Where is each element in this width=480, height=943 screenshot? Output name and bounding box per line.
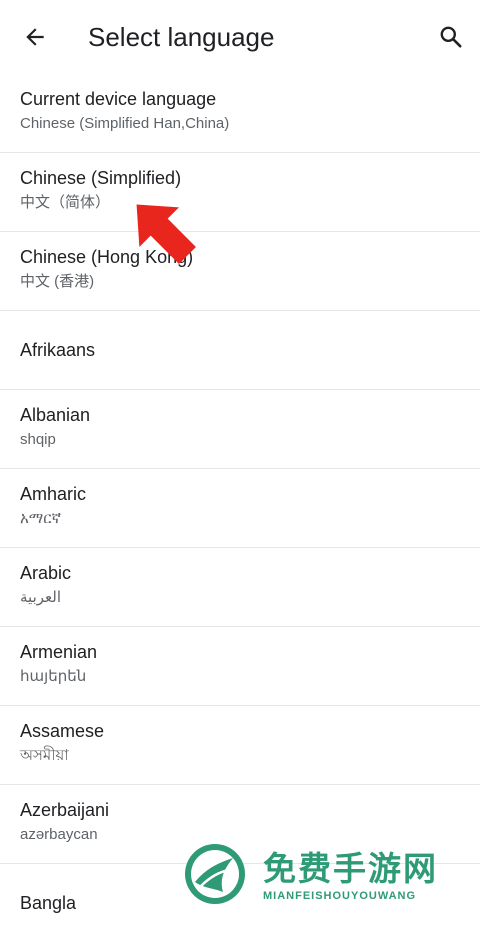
language-native-name: Chinese (Simplified Han,China) [20,115,230,132]
list-item-armenian[interactable]: Armenian հայերեն [0,627,480,706]
language-native-name: العربية [20,589,61,606]
search-icon [440,26,462,48]
list-item-afrikaans[interactable]: Afrikaans [0,311,480,390]
search-button[interactable] [434,20,468,54]
watermark-logo-icon [185,844,245,904]
back-button[interactable] [18,20,52,54]
app-bar: Select language [0,0,480,74]
list-item-assamese[interactable]: Assamese অসমীয়া [0,706,480,785]
language-name: Azerbaijani [20,800,110,820]
language-name: Bangla [20,893,77,913]
watermark: 免费手游网 MIANFEISHOUYOUWANG [183,838,473,912]
page-title: Select language [88,22,275,52]
language-name: Albanian [20,405,91,425]
list-item-chinese-simplified[interactable]: Chinese (Simplified) 中文（简体） [0,153,480,232]
arrow-back-icon [26,28,44,46]
list-item-current-device-language[interactable]: Current device language Chinese (Simplif… [0,74,480,153]
language-name: Current device language [20,89,217,109]
list-item-albanian[interactable]: Albanian shqip [0,390,480,469]
language-name: Arabic [20,563,72,583]
watermark-title: 免费手游网 [263,849,438,888]
language-native-name: 中文 (香港) [20,273,95,290]
language-name: Armenian [20,642,98,662]
language-native-name: অসমীয়া [20,747,69,764]
language-name: Amharic [20,484,87,504]
language-native-name: shqip [20,431,56,448]
language-name: Assamese [20,721,105,741]
language-native-name: አማርኛ [20,510,62,527]
language-list: Current device language Chinese (Simplif… [0,74,480,943]
red-pointer-arrow-icon [136,204,196,264]
language-native-name: azərbaycan [20,826,98,843]
language-native-name: հայերեն [20,668,87,685]
list-item-amharic[interactable]: Amharic አማርኛ [0,469,480,548]
list-item-arabic[interactable]: Arabic العربية [0,548,480,627]
language-native-name: 中文（简体） [20,194,111,211]
language-name: Afrikaans [20,340,96,360]
list-item-chinese-hong-kong[interactable]: Chinese (Hong Kong) 中文 (香港) [0,232,480,311]
language-name: Chinese (Simplified) [20,168,182,188]
watermark-subtitle: MIANFEISHOUYOUWANG [263,890,417,902]
